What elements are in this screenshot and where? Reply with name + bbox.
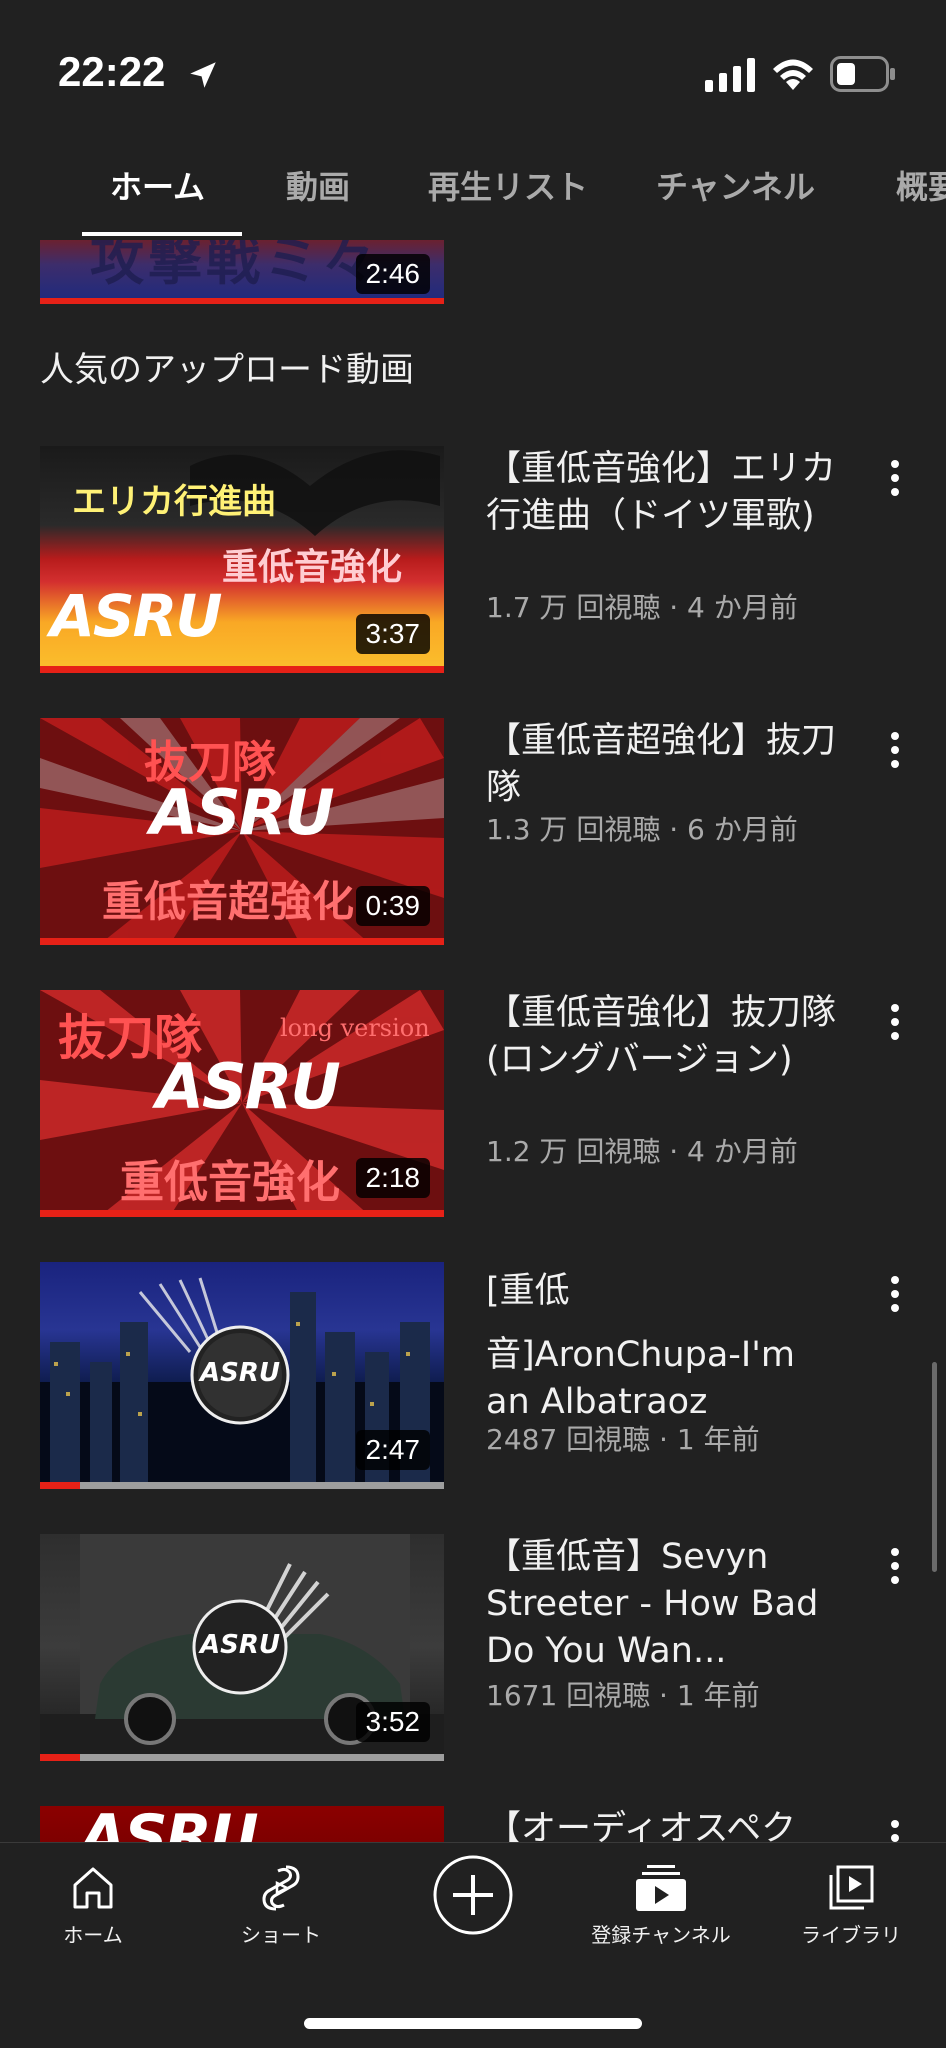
thumbnail-text: エリカ行進曲 [72,482,276,522]
active-tab-indicator [82,232,242,236]
nav-label: ショート [241,1923,321,1947]
thumbnail-text: 重低音超強化 [102,877,355,926]
tab-channels[interactable]: チャンネル [656,162,815,208]
more-options-icon[interactable] [878,456,912,500]
nav-home[interactable]: ホーム [0,1863,188,1948]
library-icon [829,1865,874,1910]
video-title[interactable]: 【重低音】Sevyn Streeter - How Bad Do You Wan… [486,1534,836,1675]
video-thumbnail[interactable]: ASRU 3:52 [40,1534,444,1760]
status-time: 22:22 [58,48,166,95]
watch-progress-bar [40,666,444,673]
tab-about[interactable]: 概要 [896,162,946,208]
home-indicator [304,2018,642,2029]
section-title: 人気のアップロード動画 [40,350,414,390]
status-bar: 22:22 [0,0,946,150]
video-thumbnail[interactable]: 抜刀隊 long version ASRU 重低音強化 2:18 [40,990,444,1216]
watch-progress-bar [40,938,444,945]
video-meta: 1671 回視聴 · 1 年前 [486,1679,760,1712]
create-icon [433,1855,513,1935]
asru-logo: ASRU [80,1806,259,1842]
thumbnail-text: 重低音強化 [222,546,403,588]
video-feed[interactable]: 攻撃戦ミ々 2:46 人気のアップロード動画 エリカ行進曲 重低音強化 ASRU… [0,240,946,1842]
video-meta: 2487 回視聴 · 1 年前 [486,1423,760,1456]
watch-progress-fill [40,1482,81,1489]
watch-progress-fill [40,666,444,673]
battery-icon [830,56,895,92]
watch-progress-bar [40,298,444,304]
scrollbar[interactable] [932,1362,937,1572]
asru-logo: ASRU [50,582,222,650]
video-title[interactable]: 【オーディオスペク [486,1806,836,1842]
more-options-icon[interactable] [878,728,912,772]
watch-progress-fill [40,1754,81,1761]
more-options-icon[interactable] [878,1000,912,1044]
duration-badge: 2:47 [355,1430,430,1470]
home-icon [73,1867,113,1909]
video-thumbnail[interactable]: ASRU [40,1806,444,1842]
thumbnail-text: long version [280,1014,430,1042]
video-item[interactable]: エリカ行進曲 重低音強化 ASRU 3:37 【重低音強化】エリカ行進曲（ドイツ… [0,446,946,676]
video-item[interactable]: ASRU 2:47 [重低 音]AronChupa-I'm an Albatra… [0,1262,946,1492]
duration-badge: 2:18 [355,1158,430,1198]
more-options-icon[interactable] [878,1816,912,1842]
video-title[interactable]: 【重低音強化】抜刀隊(ロングバージョン) [486,990,836,1084]
thumbnail-text: 重低音強化 [120,1157,340,1208]
duration-badge: 3:52 [355,1702,430,1742]
cellular-signal-icon [705,58,755,92]
watch-progress-fill [40,1210,444,1217]
nav-label: ホーム [63,1923,123,1947]
watch-progress-bar [40,1210,444,1217]
watch-progress-fill [40,938,444,945]
asru-logo: ASRU [156,1050,341,1123]
shorts-icon [262,1865,300,1911]
video-title-line[interactable]: [重低 [486,1268,836,1315]
tab-videos[interactable]: 動画 [286,162,350,208]
more-options-icon[interactable] [878,1544,912,1588]
more-options-icon[interactable] [878,1272,912,1316]
video-thumbnail[interactable]: ASRU 2:47 [40,1262,444,1488]
video-item[interactable]: ASRU 【オーディオスペク [0,1806,946,1842]
video-title-line[interactable]: 音]AronChupa-I'm an Albatraoz [486,1332,836,1426]
bottom-navigation: ホーム ショート 登録チャンネル ライブラリ [0,1842,946,2048]
video-meta: 1.3 万 回視聴 · 6 か月前 [486,813,798,846]
nav-label: ライブラリ [801,1923,901,1947]
asru-logo: ASRU [200,1358,280,1388]
nav-shorts[interactable]: ショート [186,1863,376,1948]
location-arrow-icon [190,62,216,88]
video-thumbnail[interactable]: 攻撃戦ミ々 2:46 [40,240,444,304]
watch-progress-bar [40,1754,444,1761]
nav-subscriptions[interactable]: 登録チャンネル [566,1863,756,1948]
duration-badge: 0:39 [355,886,430,926]
duration-badge: 3:37 [355,614,430,654]
video-thumbnail[interactable]: 抜刀隊 ASRU 重低音超強化 0:39 [40,718,444,944]
video-item[interactable]: ASRU 3:52 【重低音】Sevyn Streeter - How Bad … [0,1534,946,1764]
watch-progress-bar [40,1482,444,1489]
duration-badge: 2:46 [355,254,430,294]
tab-playlists[interactable]: 再生リスト [428,162,588,208]
video-meta: 1.2 万 回視聴 · 4 か月前 [486,1135,798,1168]
thumbnail-text: 攻撃戦ミ々 [90,240,380,292]
video-meta: 1.7 万 回視聴 · 4 か月前 [486,591,798,624]
video-item[interactable]: 抜刀隊 ASRU 重低音超強化 0:39 【重低音超強化】抜刀隊 1.3 万 回… [0,718,946,948]
asru-logo: ASRU [200,1630,280,1660]
wifi-icon [773,59,813,90]
nav-library[interactable]: ライブラリ [756,1863,946,1948]
video-thumbnail[interactable]: エリカ行進曲 重低音強化 ASRU 3:37 [40,446,444,672]
video-title[interactable]: 【重低音超強化】抜刀隊 [486,718,836,812]
nav-create[interactable] [378,1853,568,1937]
video-item[interactable]: 抜刀隊 long version ASRU 重低音強化 2:18 【重低音強化】… [0,990,946,1220]
channel-tabs: ホーム 動画 再生リスト チャンネル 概要 [0,150,946,240]
video-title[interactable]: 【重低音強化】エリカ行進曲（ドイツ軍歌) [486,446,836,540]
asru-logo: ASRU [150,776,335,849]
tab-home[interactable]: ホーム [110,162,205,208]
subscriptions-icon [636,1865,686,1911]
nav-label: 登録チャンネル [591,1923,731,1947]
